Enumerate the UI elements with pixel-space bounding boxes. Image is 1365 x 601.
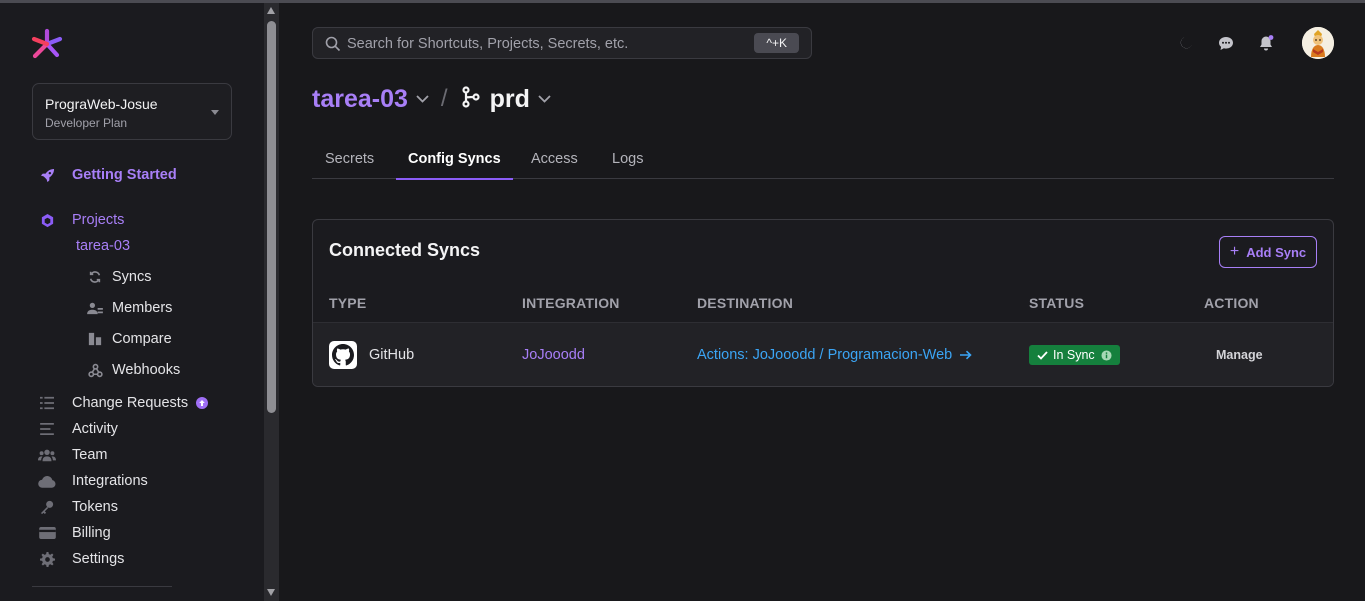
search-bar[interactable]: ^+K xyxy=(312,27,812,59)
manage-button[interactable]: Manage xyxy=(1216,348,1263,362)
org-name: PrograWeb-Josue xyxy=(45,96,158,112)
sync-destination-label: Actions: JoJooodd / Programacion-Web xyxy=(697,347,953,363)
column-header-type: TYPE xyxy=(329,295,367,311)
org-switcher[interactable]: PrograWeb-Josue Developer Plan xyxy=(32,83,232,140)
nav-members-label: Members xyxy=(112,300,173,316)
nav-webhooks[interactable]: Webhooks xyxy=(86,359,180,381)
nav-billing[interactable]: Billing xyxy=(38,522,111,544)
environment-tabs: Secrets Config Syncs Access Logs xyxy=(312,139,1334,180)
plus-icon: + xyxy=(1229,243,1240,260)
caret-down-icon xyxy=(211,110,219,115)
nav-members[interactable]: Members xyxy=(86,297,172,319)
arrow-right-icon xyxy=(960,350,972,360)
scroll-up-arrow-icon[interactable] xyxy=(267,7,275,14)
sidebar-divider xyxy=(32,586,172,587)
breadcrumb-environment[interactable]: prd xyxy=(490,85,530,114)
nav-integrations-label: Integrations xyxy=(72,473,148,489)
nav-team[interactable]: Team xyxy=(38,444,107,466)
nav-settings-label: Settings xyxy=(72,551,125,567)
panel-title: Connected Syncs xyxy=(329,240,481,260)
breadcrumb-separator: / xyxy=(440,85,448,112)
nav-current-project[interactable]: tarea-03 xyxy=(76,238,130,254)
nav-change-requests-label: Change Requests xyxy=(72,395,189,411)
nav-activity[interactable]: Activity xyxy=(38,418,118,440)
breadcrumb: tarea-03 / prd xyxy=(312,82,551,116)
notifications-bell-icon[interactable] xyxy=(1257,34,1275,52)
projects-icon xyxy=(38,211,56,229)
team-icon xyxy=(38,446,56,464)
sidebar: PrograWeb-Josue Developer Plan Getting S… xyxy=(0,3,264,601)
github-icon xyxy=(329,341,357,369)
breadcrumb-project[interactable]: tarea-03 xyxy=(312,85,408,114)
table-row: GitHub JoJooodd Actions: JoJooodd / Prog… xyxy=(313,322,1333,386)
scrollbar-thumb[interactable] xyxy=(267,21,276,413)
tab-secrets[interactable]: Secrets xyxy=(325,139,374,179)
search-shortcut-badge: ^+K xyxy=(754,33,799,53)
doppler-logo-icon[interactable] xyxy=(30,27,66,63)
sync-icon xyxy=(86,268,104,286)
nav-webhooks-label: Webhooks xyxy=(112,362,181,378)
nav-change-requests[interactable]: Change Requests xyxy=(38,392,209,414)
rocket-icon xyxy=(38,166,56,184)
chat-feedback-icon[interactable] xyxy=(1217,34,1235,52)
search-input[interactable] xyxy=(347,34,727,54)
sync-destination-link[interactable]: Actions: JoJooodd / Programacion-Web xyxy=(697,347,972,363)
check-icon xyxy=(1037,350,1048,360)
status-label: In Sync xyxy=(1053,348,1095,362)
sync-integration-link[interactable]: JoJooodd xyxy=(522,347,585,363)
tab-access[interactable]: Access xyxy=(531,139,578,179)
nav-getting-started-label: Getting Started xyxy=(72,167,177,183)
column-header-action: ACTION xyxy=(1204,295,1259,311)
key-icon xyxy=(38,498,56,516)
change-requests-icon xyxy=(38,394,56,412)
connected-syncs-panel: Connected Syncs + Add Sync TYPE INTEGRAT… xyxy=(312,219,1334,387)
search-icon xyxy=(325,36,341,52)
cloud-icon xyxy=(38,472,56,490)
column-header-status: STATUS xyxy=(1029,295,1085,311)
project-chevron-down-icon[interactable] xyxy=(416,90,429,108)
scroll-down-arrow-icon[interactable] xyxy=(267,589,275,596)
compare-icon xyxy=(86,330,104,348)
add-sync-button[interactable]: + Add Sync xyxy=(1219,236,1317,268)
nav-settings[interactable]: Settings xyxy=(38,548,124,570)
sync-type: GitHub xyxy=(369,347,415,363)
column-header-integration: INTEGRATION xyxy=(522,295,620,311)
nav-tokens-label: Tokens xyxy=(72,499,118,515)
tab-config-syncs[interactable]: Config Syncs xyxy=(396,139,513,180)
nav-team-label: Team xyxy=(72,447,108,463)
nav-integrations[interactable]: Integrations xyxy=(38,470,148,492)
nav-compare-label: Compare xyxy=(112,331,172,347)
add-sync-label: Add Sync xyxy=(1246,244,1307,260)
branch-icon xyxy=(461,85,480,113)
user-avatar[interactable] xyxy=(1302,27,1334,59)
activity-icon xyxy=(38,420,56,438)
nav-projects-label: Projects xyxy=(72,212,125,228)
nav-billing-label: Billing xyxy=(72,525,111,541)
org-plan: Developer Plan xyxy=(45,116,128,130)
gear-icon xyxy=(38,550,56,568)
tab-logs[interactable]: Logs xyxy=(612,139,643,179)
webhooks-icon xyxy=(86,361,104,379)
nav-compare[interactable]: Compare xyxy=(86,328,172,350)
credit-card-icon xyxy=(38,524,56,542)
members-icon xyxy=(86,299,104,317)
column-header-destination: DESTINATION xyxy=(697,295,794,311)
environment-chevron-down-icon[interactable] xyxy=(538,90,551,108)
nav-syncs-label: Syncs xyxy=(112,269,152,285)
nav-tokens[interactable]: Tokens xyxy=(38,496,118,518)
nav-projects[interactable]: Projects xyxy=(38,209,124,231)
nav-getting-started[interactable]: Getting Started xyxy=(38,164,177,186)
status-badge: In Sync xyxy=(1029,345,1120,365)
upgrade-badge-icon xyxy=(196,397,209,409)
dark-mode-moon-icon[interactable] xyxy=(1177,34,1195,52)
info-icon[interactable] xyxy=(1101,349,1112,361)
nav-syncs[interactable]: Syncs xyxy=(86,266,152,288)
nav-activity-label: Activity xyxy=(72,421,118,437)
sidebar-scrollbar[interactable] xyxy=(264,3,279,601)
